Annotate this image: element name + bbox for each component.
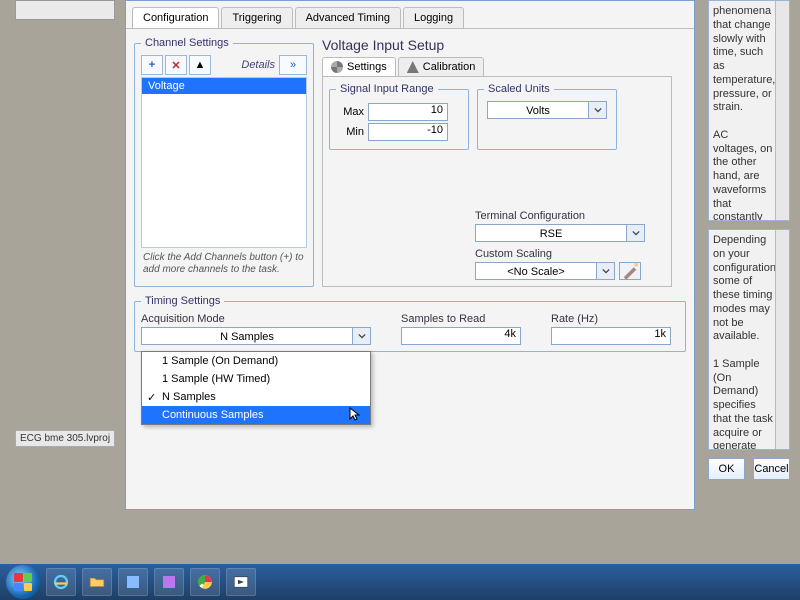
channel-settings-legend: Channel Settings [141, 37, 233, 49]
generic-app-icon [124, 573, 142, 591]
acquisition-mode-dropdown-button[interactable] [353, 327, 371, 345]
tab-logging[interactable]: Logging [403, 7, 464, 28]
chrome-icon [196, 573, 214, 591]
help-panel-bottom: Depending on your configuration, some of… [708, 229, 790, 450]
acq-opt-n-samples[interactable]: N Samples [142, 388, 370, 406]
windows-taskbar [0, 564, 800, 600]
start-button[interactable] [6, 565, 40, 599]
terminal-config-combo[interactable]: RSE [475, 224, 645, 242]
acq-opt-on-demand[interactable]: 1 Sample (On Demand) [142, 352, 370, 370]
samples-to-read-col: Samples to Read 4k [401, 313, 521, 345]
custom-scaling-value: <No Scale> [475, 262, 597, 280]
samples-to-read-input[interactable]: 4k [401, 327, 521, 345]
custom-scaling-wizard-button[interactable] [619, 262, 641, 280]
rate-label: Rate (Hz) [551, 313, 671, 325]
ok-button[interactable]: OK [708, 458, 745, 480]
min-label: Min [336, 126, 364, 138]
terminal-config-label: Terminal Configuration [475, 210, 665, 222]
signal-input-range-group: Signal Input Range Max 10 Min -10 [329, 83, 469, 150]
wand-icon [620, 261, 640, 281]
chevron-down-icon [594, 106, 602, 114]
scaled-units-value: Volts [487, 101, 589, 119]
internet-explorer-icon [52, 573, 70, 591]
channel-up-button[interactable]: ▲ [189, 55, 211, 75]
scaled-units-dropdown-button[interactable] [589, 101, 607, 119]
acq-opt-hw-timed[interactable]: 1 Sample (HW Timed) [142, 370, 370, 388]
scaled-units-group: Scaled Units Volts [477, 83, 617, 150]
remove-channel-button[interactable]: ✕ [165, 55, 187, 75]
acquisition-mode-dropdown: 1 Sample (On Demand) 1 Sample (HW Timed)… [141, 351, 371, 425]
rate-input[interactable]: 1k [551, 327, 671, 345]
labview-icon [232, 573, 250, 591]
acquisition-mode-value: N Samples [141, 327, 353, 345]
scrollbar[interactable] [775, 1, 789, 220]
chevron-down-icon [632, 229, 640, 237]
scaled-legend: Scaled Units [484, 83, 554, 95]
acquisition-mode-col: Acquisition Mode N Samples 1 Sample (On … [141, 313, 371, 345]
gear-icon [331, 61, 343, 73]
add-channel-button[interactable]: + [141, 55, 163, 75]
help-text-2: Depending on your configuration, some of… [713, 234, 782, 450]
help-sidebar: phenomena that change slowly with time, … [708, 0, 790, 480]
samples-to-read-label: Samples to Read [401, 313, 521, 325]
channel-list[interactable]: Voltage [141, 77, 307, 248]
settings-pane: Signal Input Range Max 10 Min -10 Scaled… [322, 77, 672, 287]
background-window [15, 0, 115, 20]
taskbar-chrome-icon[interactable] [190, 568, 220, 596]
chevron-down-icon [358, 332, 366, 340]
generic-app-icon [160, 573, 178, 591]
folder-icon [88, 573, 106, 591]
help-text-1: phenomena that change slowly with time, … [713, 5, 778, 221]
custom-scaling-label: Custom Scaling [475, 248, 665, 260]
taskbar-labview-icon[interactable] [226, 568, 256, 596]
chevron-down-icon [602, 267, 610, 275]
taskbar-explorer-icon[interactable] [82, 568, 112, 596]
tab-configuration[interactable]: Configuration [132, 7, 219, 28]
help-panel-top: phenomena that change slowly with time, … [708, 0, 790, 221]
subtab-calibration[interactable]: Calibration [398, 57, 485, 76]
acq-opt-continuous[interactable]: Continuous Samples [142, 406, 370, 424]
channel-toolbar: + ✕ ▲ Details » [141, 55, 307, 75]
scaled-units-combo[interactable]: Volts [487, 101, 607, 119]
scrollbar[interactable] [775, 230, 789, 449]
subtab-calibration-label: Calibration [423, 61, 476, 73]
channel-item-voltage[interactable]: Voltage [142, 78, 306, 94]
tab-advanced-timing[interactable]: Advanced Timing [295, 7, 401, 28]
max-input[interactable]: 10 [368, 103, 448, 121]
project-file-label: ECG bme 305.lvproj [15, 430, 115, 447]
channel-hint: Click the Add Channels button (+) to add… [141, 248, 307, 280]
max-label: Max [336, 106, 364, 118]
calibration-icon [407, 61, 419, 73]
subtab-settings[interactable]: Settings [322, 57, 396, 76]
taskbar-ie-icon[interactable] [46, 568, 76, 596]
min-input[interactable]: -10 [368, 123, 448, 141]
timing-settings-group: Timing Settings Acquisition Mode N Sampl… [134, 295, 686, 352]
custom-scaling-dropdown-button[interactable] [597, 262, 615, 280]
dialog-buttons: OK Cancel [708, 458, 790, 480]
timing-legend: Timing Settings [141, 295, 224, 307]
taskbar-app1-icon[interactable] [118, 568, 148, 596]
acquisition-mode-combo[interactable]: N Samples [141, 327, 371, 345]
channel-settings-group: Channel Settings + ✕ ▲ Details » Voltage… [134, 37, 314, 287]
details-label: Details [241, 59, 277, 71]
terminal-config-value: RSE [475, 224, 627, 242]
signal-legend: Signal Input Range [336, 83, 438, 95]
main-tabstrip: Configuration Triggering Advanced Timing… [126, 1, 694, 29]
cancel-button[interactable]: Cancel [753, 458, 790, 480]
vis-title: Voltage Input Setup [322, 37, 672, 53]
vis-subtabs: Settings Calibration [322, 57, 672, 77]
subtab-settings-label: Settings [347, 61, 387, 73]
tab-triggering[interactable]: Triggering [221, 7, 292, 28]
daq-assistant-dialog: Configuration Triggering Advanced Timing… [125, 0, 695, 510]
taskbar-app2-icon[interactable] [154, 568, 184, 596]
custom-scaling-combo[interactable]: <No Scale> [475, 262, 615, 280]
rate-col: Rate (Hz) 1k [551, 313, 671, 345]
voltage-input-setup: Voltage Input Setup Settings Calibration… [322, 37, 672, 287]
details-expand-button[interactable]: » [279, 55, 307, 75]
terminal-config-dropdown-button[interactable] [627, 224, 645, 242]
acquisition-mode-label: Acquisition Mode [141, 313, 371, 325]
